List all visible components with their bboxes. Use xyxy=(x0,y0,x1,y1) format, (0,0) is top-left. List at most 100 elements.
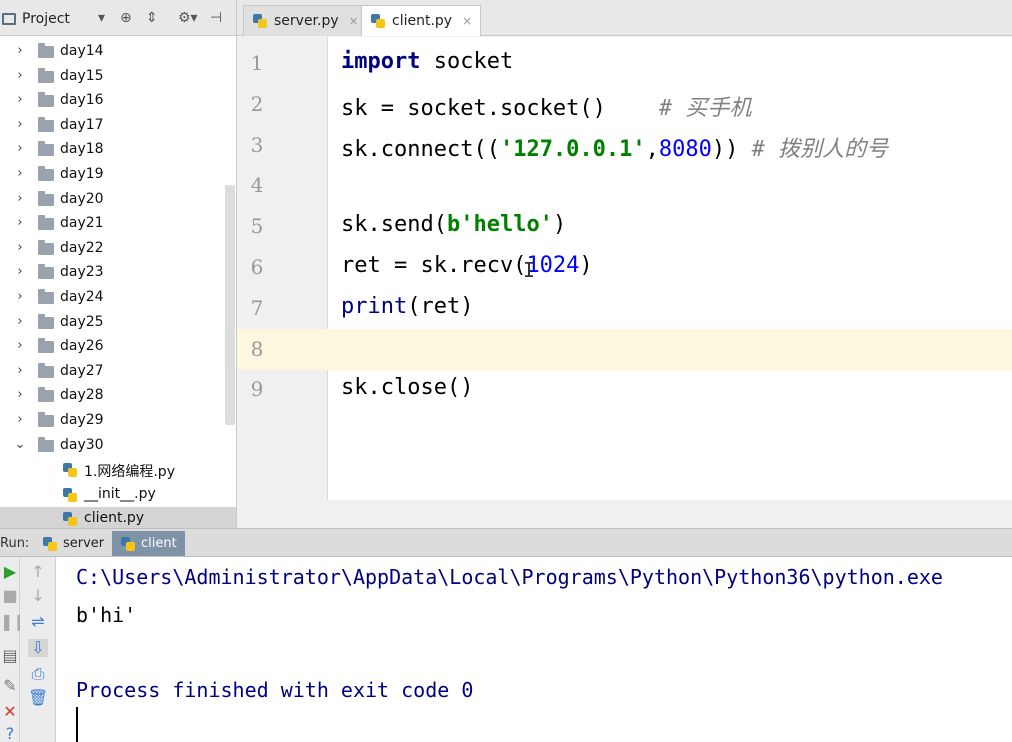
tree-folder-label: day25 xyxy=(60,313,104,330)
tree-folder-day19[interactable]: › day19 xyxy=(0,163,236,187)
chevron-down-icon[interactable]: ⌄ xyxy=(14,437,26,452)
tree-folder-day16[interactable]: › day16 xyxy=(0,89,236,113)
code-line[interactable]: 5 sk.send(b'hello') xyxy=(237,206,1012,247)
close-icon[interactable]: × xyxy=(349,14,359,28)
code-token: socket xyxy=(420,49,514,74)
tree-folder-day29[interactable]: › day29 xyxy=(0,409,236,433)
locate-icon[interactable]: ⊕ xyxy=(120,10,132,26)
folder-icon xyxy=(38,387,54,403)
tree-folder-day25[interactable]: › day25 xyxy=(0,311,236,335)
chevron-right-icon[interactable]: › xyxy=(14,264,26,279)
chevron-right-icon[interactable]: › xyxy=(14,166,26,181)
tree-file[interactable]: 1.网络编程.py xyxy=(0,458,236,482)
tree-folder-day20[interactable]: › day20 xyxy=(0,188,236,212)
line-number: 8 xyxy=(250,336,264,361)
project-scrollbar[interactable] xyxy=(225,185,235,425)
tree-folder-day28[interactable]: › day28 xyxy=(0,384,236,408)
tree-file[interactable]: client.py xyxy=(0,507,236,528)
run-console[interactable]: C:\Users\Administrator\AppData\Local\Pro… xyxy=(56,557,1012,742)
chevron-right-icon[interactable]: › xyxy=(14,68,26,83)
tree-folder-day26[interactable]: › day26 xyxy=(0,335,236,359)
tree-folder-open[interactable]: ⌄ day30 xyxy=(0,434,236,458)
tree-folder-day27[interactable]: › day27 xyxy=(0,360,236,384)
pause-icon[interactable]: ❚❚ xyxy=(0,613,27,631)
code-text: ret = sk.recv(1024) xyxy=(341,253,593,278)
chevron-right-icon[interactable]: › xyxy=(14,117,26,132)
project-view-selector[interactable]: Project xyxy=(2,11,70,27)
dump-threads-icon[interactable]: ▤ xyxy=(0,647,20,665)
code-line[interactable]: 3 sk.connect(('127.0.0.1',8080)) # 拨别人的号 xyxy=(237,125,1012,166)
folder-icon xyxy=(38,190,54,206)
tree-folder-day18[interactable]: › day18 xyxy=(0,138,236,162)
chevron-right-icon[interactable]: › xyxy=(14,314,26,329)
chevron-right-icon[interactable]: › xyxy=(14,387,26,402)
tab-client-py[interactable]: client.py × xyxy=(361,5,482,36)
editor-bottom-area xyxy=(237,500,1012,528)
tree-folder-day23[interactable]: › day23 xyxy=(0,261,236,285)
console-caret xyxy=(76,707,78,742)
code-token: sk.close() xyxy=(341,375,474,401)
code-text: sk.close() xyxy=(341,375,473,400)
dropdown-arrow-icon[interactable]: ▾ xyxy=(98,10,105,26)
line-number: 6 xyxy=(250,255,264,279)
chevron-right-icon[interactable]: › xyxy=(14,141,26,156)
chevron-right-icon[interactable]: › xyxy=(14,363,26,378)
run-tab-label: server xyxy=(63,536,105,551)
code-text: import socket xyxy=(341,49,513,74)
run-tab-client[interactable]: client xyxy=(112,531,185,556)
code-line[interactable]: 4 xyxy=(237,165,1012,206)
code-line[interactable]: 1 import socket xyxy=(237,43,1012,84)
collapse-all-icon[interactable]: ⇕ xyxy=(146,10,158,26)
chevron-right-icon[interactable]: › xyxy=(14,412,26,427)
help-icon[interactable]: ? xyxy=(0,725,20,742)
code-token: ) xyxy=(579,253,593,278)
code-line[interactable]: 6 ret = sk.recv(1024) xyxy=(237,247,1012,288)
tree-folder-label: day27 xyxy=(60,362,104,379)
close-run-icon[interactable]: ✕ xyxy=(0,703,20,721)
tree-folder-day15[interactable]: › day15 xyxy=(0,65,236,89)
tab-server-py[interactable]: server.py × xyxy=(243,5,368,36)
code-line[interactable]: 8 xyxy=(237,328,1012,370)
settings-icon[interactable]: ✎ xyxy=(0,677,20,695)
folder-icon xyxy=(38,436,54,452)
code-line[interactable]: 9 sk.close() xyxy=(237,369,1012,410)
chevron-right-icon[interactable]: › xyxy=(14,43,26,58)
stop-icon[interactable]: ■ xyxy=(0,587,20,605)
rerun-icon[interactable]: ▶ xyxy=(0,563,20,581)
tree-folder-day24[interactable]: › day24 xyxy=(0,286,236,310)
tree-folder-day21[interactable]: › day21 xyxy=(0,212,236,236)
folder-icon xyxy=(38,166,54,181)
tree-folder-label: day20 xyxy=(60,190,104,207)
python-file-icon xyxy=(252,13,268,29)
chevron-right-icon[interactable]: › xyxy=(14,338,26,353)
tree-folder-label: day19 xyxy=(60,166,104,182)
chevron-right-icon[interactable]: › xyxy=(14,240,26,255)
gear-icon[interactable]: ⚙▾ xyxy=(178,10,198,26)
scroll-to-end-icon[interactable]: ⇩ xyxy=(28,639,48,657)
chevron-right-icon[interactable]: › xyxy=(14,215,26,230)
tree-folder-label: day29 xyxy=(60,412,104,428)
folder-icon xyxy=(38,43,54,58)
chevron-right-icon[interactable]: › xyxy=(14,289,26,304)
run-tab-server[interactable]: server xyxy=(34,531,112,556)
arrow-down-icon[interactable]: ↓ xyxy=(28,587,48,605)
print-icon[interactable]: ⎙ xyxy=(28,665,48,683)
chevron-right-icon[interactable]: › xyxy=(14,191,26,206)
tree-file[interactable]: __init__.py xyxy=(0,483,236,507)
trash-icon[interactable]: 🗑 xyxy=(28,689,48,707)
tree-folder-day14[interactable]: › day14 xyxy=(0,40,236,64)
tree-folder-label: day18 xyxy=(60,141,104,158)
tree-folder-label: day14 xyxy=(60,43,104,59)
soft-wrap-icon[interactable]: ⇌ xyxy=(28,613,48,631)
folder-icon xyxy=(38,141,54,157)
tree-folder-day17[interactable]: › day17 xyxy=(0,114,236,138)
run-label: Run: xyxy=(0,536,30,551)
tree-folder-day22[interactable]: › day22 xyxy=(0,237,236,261)
arrow-up-icon[interactable]: ↑ xyxy=(28,563,48,581)
code-line[interactable]: 7 print(ret) xyxy=(237,288,1012,329)
folder-icon xyxy=(38,92,54,108)
chevron-right-icon[interactable]: › xyxy=(14,92,26,107)
close-icon[interactable]: × xyxy=(462,14,472,28)
code-line[interactable]: 2 sk = socket.socket() # 买手机 xyxy=(237,84,1012,125)
hide-panel-icon[interactable]: ⊣ xyxy=(210,10,222,26)
